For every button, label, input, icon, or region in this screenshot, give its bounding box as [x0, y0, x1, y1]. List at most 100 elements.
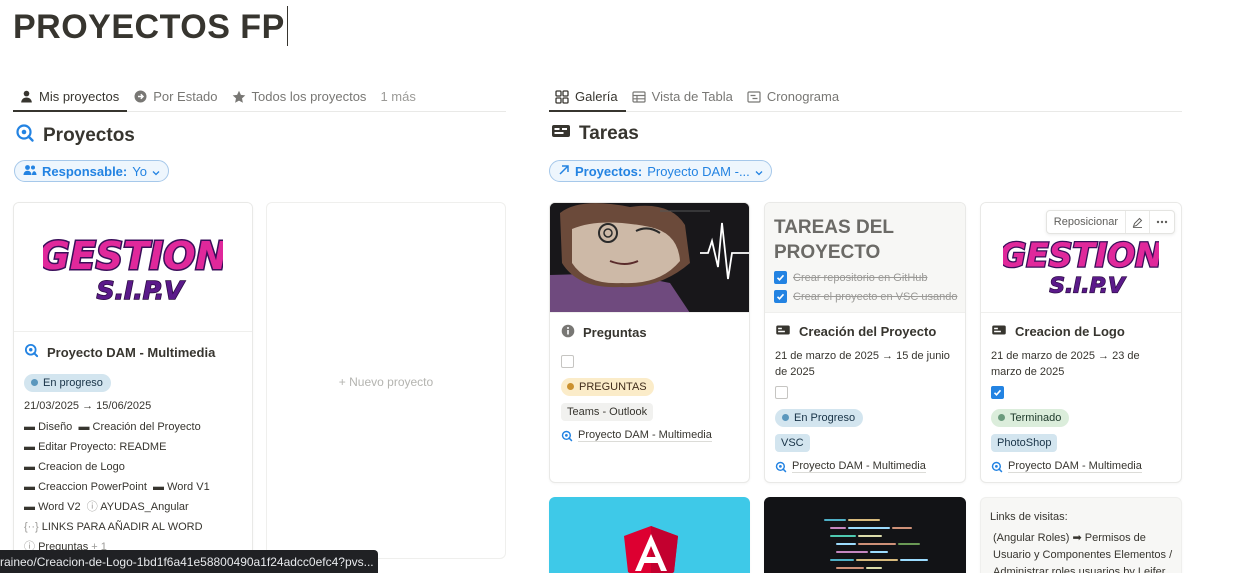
- related-task[interactable]: Creación del Proyecto: [93, 421, 201, 433]
- card-cover-page-preview: TAREAS DEL PROYECTO Crear repositorio en…: [765, 203, 965, 313]
- star-icon: [232, 90, 246, 104]
- task-card-icon: ▬: [24, 481, 35, 493]
- status-badge: Terminado: [991, 409, 1070, 427]
- left-view-tabs: Mis proyectos Por Estado Todos los proye…: [13, 82, 506, 112]
- chevron-down-icon: [152, 164, 160, 179]
- info-icon: ⓘ: [86, 501, 98, 513]
- tab-galeria[interactable]: Galería: [549, 82, 626, 112]
- text-caret: [286, 6, 288, 46]
- people-icon: [23, 164, 37, 179]
- card-cover: GESTION S.I.P.V Reposicionar: [981, 203, 1181, 313]
- related-task[interactable]: AYUDAS_Angular: [100, 501, 188, 513]
- done-checkbox[interactable]: [561, 355, 574, 368]
- code-braces-icon: {··}: [24, 521, 39, 533]
- task-card-icon: ▬: [24, 461, 35, 473]
- tab-more[interactable]: 1 más: [374, 82, 423, 111]
- svg-text:GESTION: GESTION: [1003, 235, 1159, 274]
- edit-pencil-icon[interactable]: [1126, 211, 1150, 233]
- tool-tag: Teams - Outlook: [561, 403, 654, 421]
- tab-label: Todos los proyectos: [251, 89, 367, 104]
- date-range: 21 de marzo de 2025 → 23 de marzo de 202…: [991, 350, 1140, 378]
- related-task[interactable]: Diseño: [38, 421, 72, 433]
- project-icon: [561, 430, 573, 441]
- proyectos-filter[interactable]: Proyectos: Proyecto DAM -...: [549, 160, 772, 182]
- svg-text:S.I.P.V: S.I.P.V: [1049, 273, 1127, 297]
- related-task[interactable]: Creacion de Logo: [38, 461, 125, 473]
- project-card[interactable]: GESTION S.I.P.V Proyecto DAM - Multimedi…: [13, 202, 253, 573]
- gallery-icon: [555, 89, 569, 104]
- card-cover: GESTION S.I.P.V: [14, 203, 252, 332]
- browser-status-url: raineo/Creacion-de-Logo-1bd1f6a41e588004…: [0, 550, 378, 573]
- tab-label: Por Estado: [153, 89, 218, 104]
- task-card-icon: ▬: [24, 421, 35, 433]
- new-project-button[interactable]: + Nuevo proyecto: [267, 375, 505, 389]
- card-title: Creacion de Logo: [991, 324, 1173, 339]
- task-card-creacion-logo[interactable]: GESTION S.I.P.V Reposicionar Creacion de…: [980, 202, 1182, 483]
- reposition-button[interactable]: Reposicionar: [1047, 211, 1126, 233]
- tab-todos-los-proyectos[interactable]: Todos los proyectos: [226, 82, 375, 111]
- related-task[interactable]: LINKS PARA AÑADIR AL WORD: [42, 521, 203, 533]
- task-card-icon: ▬: [24, 501, 35, 513]
- project-relation[interactable]: Proyecto DAM - Multimedia: [561, 429, 741, 442]
- projects-section-title[interactable]: Proyectos: [15, 123, 135, 149]
- card-title: Preguntas: [561, 324, 741, 341]
- timeline-icon: [747, 90, 761, 104]
- done-checkbox-checked[interactable]: [991, 386, 1004, 399]
- card-title-text: Creacion de Logo: [1015, 324, 1125, 339]
- tasks-section-title[interactable]: Tareas: [551, 123, 639, 145]
- angular-logo-icon: [622, 525, 680, 573]
- responsable-filter[interactable]: Responsable: Yo: [14, 160, 169, 182]
- task-card-icon: ▬: [153, 481, 165, 493]
- task-card-preguntas[interactable]: Preguntas PREGUNTAS Teams - Outlook Proy…: [549, 202, 750, 483]
- task-card-creacion-proyecto[interactable]: TAREAS DEL PROYECTO Crear repositorio en…: [764, 202, 966, 483]
- svg-text:GESTION: GESTION: [43, 234, 223, 278]
- status-badge: En Progreso: [775, 409, 864, 427]
- page-title[interactable]: PROYECTOS FP: [13, 6, 288, 47]
- cover-todo-item: Crear el proyecto en VSC usando: [774, 290, 957, 303]
- arrow-up-right-icon: [558, 164, 570, 179]
- links-heading: Links de visitas:: [990, 511, 1068, 523]
- tab-por-estado[interactable]: Por Estado: [127, 82, 225, 111]
- done-checkbox[interactable]: [775, 386, 788, 399]
- tab-mis-proyectos[interactable]: Mis proyectos: [13, 82, 128, 112]
- chevron-down-icon: [755, 164, 763, 179]
- project-relation[interactable]: Proyecto DAM - Multimedia: [991, 460, 1173, 473]
- person-icon: [19, 90, 33, 104]
- task-card-code[interactable]: [764, 497, 966, 573]
- related-tasks: ▬ Diseño ▬ Creación del Proyecto ▬ Edita…: [24, 417, 244, 557]
- related-task[interactable]: Word V1: [167, 481, 210, 493]
- related-task[interactable]: Creaccion PowerPoint: [38, 481, 147, 493]
- svg-text:S.I.P.V: S.I.P.V: [96, 276, 185, 305]
- tab-cronograma[interactable]: Cronograma: [741, 82, 847, 111]
- filter-label: Responsable:: [42, 163, 128, 179]
- tool-tag: VSC: [775, 434, 810, 452]
- filter-value: Yo: [132, 163, 147, 179]
- cover-heading: TAREAS DEL PROYECTO: [774, 217, 894, 263]
- related-task[interactable]: Word V2: [38, 501, 81, 513]
- tool-tag: PhotoShop: [991, 434, 1058, 452]
- more-options-icon[interactable]: [1150, 211, 1174, 233]
- links-text: (Angular Roles) ➡ Permisos de Usuario y …: [993, 532, 1173, 573]
- table-icon: [632, 90, 646, 104]
- task-card-links[interactable]: Links de visitas: (Angular Roles) ➡ Perm…: [980, 497, 1182, 573]
- tab-vista-de-tabla[interactable]: Vista de Tabla: [626, 82, 741, 111]
- related-task[interactable]: Editar Proyecto: README: [38, 441, 166, 453]
- tab-label: Mis proyectos: [39, 89, 120, 104]
- task-card-icon: ▬: [24, 441, 35, 453]
- tab-label: 1 más: [380, 89, 416, 104]
- task-card-icon: [551, 123, 571, 145]
- date-range: 21 de marzo de 2025 → 15 de junio de 202…: [775, 350, 950, 378]
- tab-label: Galería: [575, 89, 618, 104]
- task-card-icon: [991, 324, 1007, 339]
- project-icon: [775, 461, 787, 472]
- card-title-text: Preguntas: [583, 325, 647, 340]
- card-title-text: Proyecto DAM - Multimedia: [47, 344, 216, 360]
- gestion-logo: GESTION S.I.P.V: [14, 203, 252, 331]
- date-range: 21/03/2025 → 15/06/2025: [24, 400, 152, 412]
- task-card-angular[interactable]: [549, 497, 750, 573]
- project-icon: [991, 461, 1003, 472]
- status-badge: En progreso: [24, 374, 111, 392]
- new-project-card[interactable]: + Nuevo proyecto: [266, 202, 506, 559]
- cover-hover-toolbar: Reposicionar: [1045, 210, 1175, 234]
- project-relation[interactable]: Proyecto DAM - Multimedia: [775, 460, 957, 473]
